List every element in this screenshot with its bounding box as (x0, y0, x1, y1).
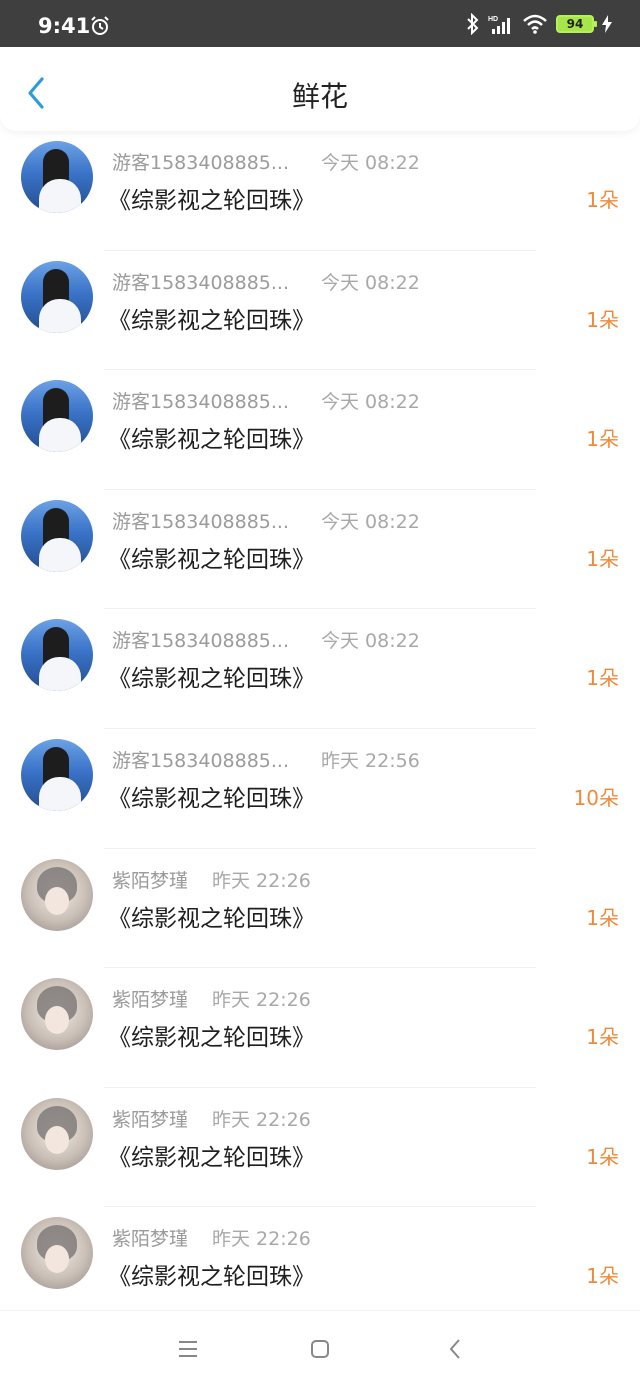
book-title: 《综影视之轮回珠》 (108, 905, 315, 932)
menu-icon (179, 1341, 197, 1357)
user-name: 游客1583408885... (112, 152, 290, 174)
back-chevron-icon (449, 1339, 460, 1359)
timestamp: 今天 08:22 (321, 630, 420, 653)
avatar[interactable] (21, 738, 93, 811)
timestamp: 今天 08:22 (321, 391, 420, 414)
flower-count: 1朵 (586, 1144, 619, 1169)
timestamp: 今天 08:22 (321, 271, 420, 294)
book-title: 《综影视之轮回珠》 (108, 1144, 315, 1171)
alarm-icon (91, 16, 109, 35)
home-square-icon (311, 1340, 329, 1358)
flower-count: 1朵 (586, 1025, 619, 1050)
avatar[interactable] (21, 380, 93, 453)
book-title: 《综影视之轮回珠》 (108, 666, 315, 693)
flower-count: 1朵 (586, 1264, 619, 1289)
timestamp: 昨天 22:26 (212, 989, 311, 1012)
nav-back-button[interactable] (440, 1334, 470, 1364)
timestamp: 今天 08:22 (321, 510, 420, 533)
status-time: 9:41 (38, 14, 91, 38)
charging-icon (602, 15, 612, 33)
list-item[interactable]: 游客1583408885... 今天 08:22 《综影视之轮回珠》 1朵 (0, 131, 640, 251)
signal-hd-icon: HD (488, 16, 510, 34)
page-title: 鲜花 (291, 80, 348, 113)
status-bar: 9:41 HD 94 (0, 0, 640, 47)
flower-count: 1朵 (586, 427, 619, 452)
avatar[interactable] (21, 1217, 93, 1290)
book-title: 《综影视之轮回珠》 (108, 427, 315, 454)
list-item[interactable]: 紫陌梦瑾 昨天 22:26 《综影视之轮回珠》 1朵 (0, 1207, 640, 1327)
header: 鲜花 (0, 47, 640, 131)
battery-icon: 94 (556, 15, 597, 33)
avatar[interactable] (21, 141, 93, 213)
flower-count: 1朵 (586, 905, 619, 930)
list-item[interactable]: 紫陌梦瑾 昨天 22:26 《综影视之轮回珠》 1朵 (0, 849, 640, 969)
home-button[interactable] (305, 1334, 335, 1364)
flower-count: 10朵 (573, 785, 619, 810)
user-name: 游客1583408885... (112, 510, 290, 533)
timestamp: 昨天 22:26 (212, 1108, 311, 1131)
avatar[interactable] (21, 499, 93, 572)
avatar[interactable] (21, 858, 93, 931)
user-name: 紫陌梦瑾 (112, 1228, 189, 1251)
user-name: 紫陌梦瑾 (112, 1108, 189, 1131)
battery-level: 94 (566, 17, 584, 31)
flower-count: 1朵 (586, 666, 619, 691)
wifi-icon (523, 14, 547, 34)
book-title: 《综影视之轮回珠》 (108, 307, 315, 334)
user-name: 紫陌梦瑾 (112, 989, 189, 1012)
user-name: 紫陌梦瑾 (112, 869, 189, 892)
avatar[interactable] (21, 619, 93, 692)
timestamp: 今天 08:22 (321, 152, 420, 174)
list-item[interactable]: 游客1583408885... 今天 08:22 《综影视之轮回珠》 1朵 (0, 490, 640, 610)
book-title: 《综影视之轮回珠》 (108, 546, 315, 573)
book-title: 《综影视之轮回珠》 (108, 785, 315, 812)
book-title: 《综影视之轮回珠》 (108, 188, 315, 214)
menu-button[interactable] (173, 1334, 203, 1364)
list-item[interactable]: 游客1583408885... 昨天 22:56 《综影视之轮回珠》 10朵 (0, 729, 640, 849)
flower-count: 1朵 (586, 188, 619, 212)
list-item[interactable]: 紫陌梦瑾 昨天 22:26 《综影视之轮回珠》 1朵 (0, 968, 640, 1088)
timestamp: 昨天 22:26 (212, 1228, 311, 1251)
list-item[interactable]: 游客1583408885... 今天 08:22 《综影视之轮回珠》 1朵 (0, 609, 640, 729)
avatar[interactable] (21, 978, 93, 1051)
flower-count: 1朵 (586, 546, 619, 571)
timestamp: 昨天 22:26 (212, 869, 311, 892)
avatar[interactable] (21, 260, 93, 333)
flower-count: 1朵 (586, 307, 619, 332)
flower-list: 游客1583408885... 今天 08:22 《综影视之轮回珠》 1朵 游客1583… (0, 131, 640, 1327)
user-name: 游客1583408885... (112, 630, 290, 653)
list-item[interactable]: 游客1583408885... 今天 08:22 《综影视之轮回珠》 1朵 (0, 251, 640, 371)
list-item[interactable]: 紫陌梦瑾 昨天 22:26 《综影视之轮回珠》 1朵 (0, 1088, 640, 1208)
user-name: 游客1583408885... (112, 391, 290, 414)
book-title: 《综影视之轮回珠》 (108, 1264, 315, 1291)
status-icons: HD 94 (466, 13, 612, 35)
system-nav-bar (0, 1310, 640, 1387)
timestamp: 昨天 22:56 (321, 749, 420, 772)
user-name: 游客1583408885... (112, 271, 290, 294)
bluetooth-icon (467, 13, 479, 35)
svg-text:HD: HD (488, 16, 498, 23)
list-item[interactable]: 游客1583408885... 今天 08:22 《综影视之轮回珠》 1朵 (0, 370, 640, 490)
book-title: 《综影视之轮回珠》 (108, 1025, 315, 1052)
avatar[interactable] (21, 1097, 93, 1170)
user-name: 游客1583408885... (112, 749, 290, 772)
